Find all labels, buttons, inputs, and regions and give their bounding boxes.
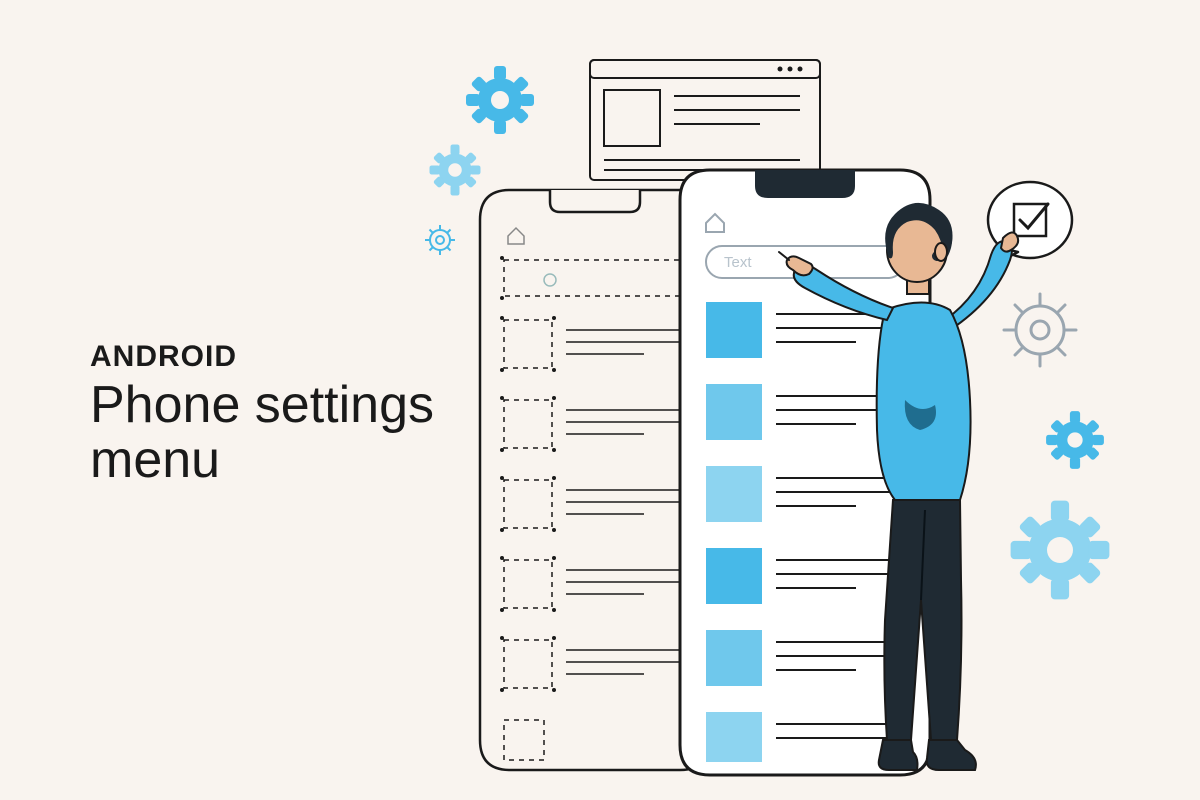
headline-line-2: menu xyxy=(90,431,220,489)
headline-text: Phone settings menu xyxy=(90,378,434,487)
gear-icon xyxy=(466,66,534,134)
gear-icon xyxy=(1004,294,1076,366)
gear-icon xyxy=(1046,411,1104,469)
headline-line-1: Phone settings xyxy=(90,376,434,434)
search-placeholder: Text xyxy=(724,254,752,271)
phone-wireframe-back xyxy=(480,190,710,770)
illustration: Text xyxy=(420,40,1180,780)
gear-icon xyxy=(425,225,455,255)
eyebrow-text: ANDROID xyxy=(90,340,434,374)
browser-window-card xyxy=(590,60,820,180)
title-block: ANDROID Phone settings menu xyxy=(90,340,434,487)
gear-icon xyxy=(1011,501,1110,600)
gear-icon xyxy=(430,145,481,196)
